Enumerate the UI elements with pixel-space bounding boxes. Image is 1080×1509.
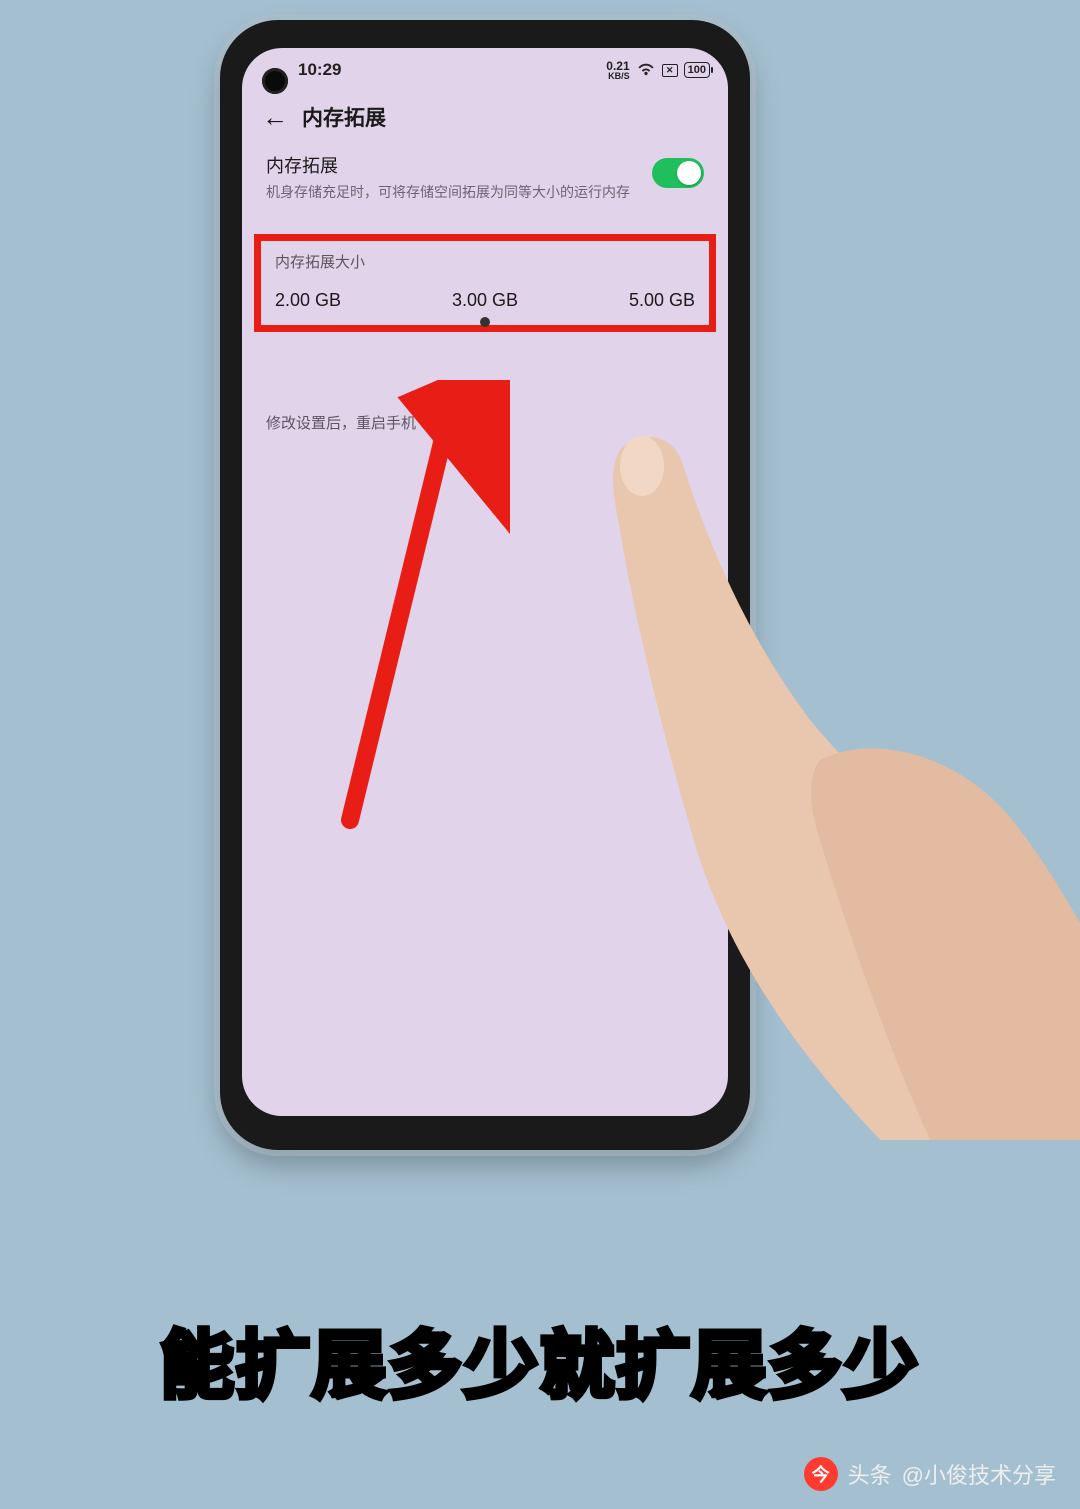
watermark: 今 头条 @小俊技术分享 xyxy=(804,1457,1056,1491)
option-2gb[interactable]: 2.00 GB xyxy=(275,290,341,311)
status-bar: 10:29 0.21 KB/S ✕ 100 xyxy=(242,48,728,92)
memory-extension-toggle[interactable] xyxy=(652,158,704,188)
restart-hint: 修改设置后，重启手机 xyxy=(242,412,728,433)
options-label: 内存拓展大小 xyxy=(275,251,695,272)
phone-screen: 10:29 0.21 KB/S ✕ 100 ← 内存拓展 xyxy=(242,48,728,1116)
status-time: 10:29 xyxy=(298,60,341,80)
toggle-title: 内存拓展 xyxy=(266,152,632,178)
back-arrow-icon[interactable]: ← xyxy=(262,104,288,130)
wifi-icon xyxy=(636,62,656,79)
battery-level: 100 xyxy=(688,64,706,76)
option-3gb[interactable]: 3.00 GB xyxy=(452,290,518,311)
phone-device: 10:29 0.21 KB/S ✕ 100 ← 内存拓展 xyxy=(220,20,750,1150)
sim-icon: ✕ xyxy=(662,64,678,77)
watermark-author: @小俊技术分享 xyxy=(902,1458,1056,1490)
page-title: 内存拓展 xyxy=(302,102,386,132)
status-right: 0.21 KB/S ✕ 100 xyxy=(606,60,710,81)
battery-icon: 100 xyxy=(684,62,710,78)
memory-extension-toggle-section: 内存拓展 机身存储充足时，可将存储空间拓展为同等大小的运行内存 xyxy=(242,146,728,214)
toggle-description: 机身存储充足时，可将存储空间拓展为同等大小的运行内存 xyxy=(266,182,632,202)
punch-hole-camera xyxy=(262,68,288,94)
option-5gb[interactable]: 5.00 GB xyxy=(629,290,695,311)
selection-indicator xyxy=(480,317,490,327)
network-speed: 0.21 KB/S xyxy=(606,60,629,81)
toutiao-logo-icon: 今 xyxy=(804,1457,838,1491)
watermark-source: 头条 xyxy=(848,1458,892,1490)
memory-size-options: 内存拓展大小 2.00 GB 3.00 GB 5.00 GB xyxy=(254,234,716,332)
page-header: ← 内存拓展 xyxy=(242,92,728,146)
video-caption: 能扩展多少就扩展多少 xyxy=(0,1306,1080,1413)
